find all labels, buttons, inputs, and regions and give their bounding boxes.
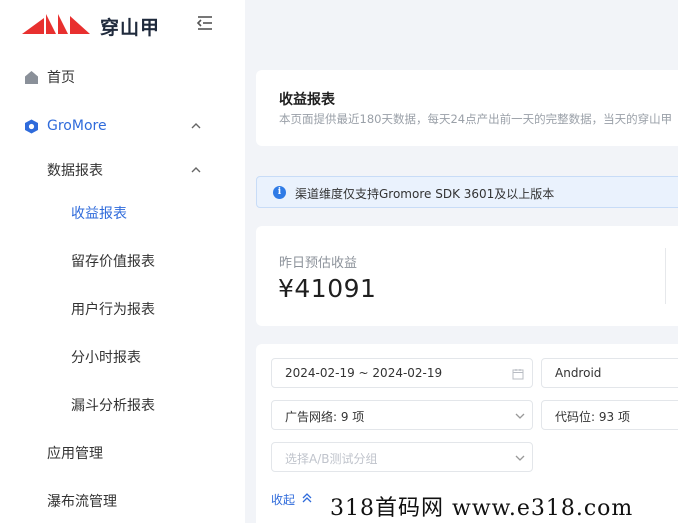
info-icon: i (273, 186, 286, 199)
ad-slot-select[interactable]: 代码位: 93 项 (541, 400, 678, 430)
ad-slot-value: 代码位: 93 项 (555, 410, 630, 424)
chevron-up-icon (191, 167, 201, 173)
gromore-icon (25, 119, 38, 133)
info-notice: i 渠道维度仅支持Gromore SDK 3601及以上版本 (256, 176, 678, 208)
date-range-value: 2024-02-19 ~ 2024-02-19 (285, 366, 443, 380)
sidebar-item-label: 漏斗分析报表 (71, 398, 155, 414)
sidebar-item-gromore[interactable]: GroMore (0, 108, 245, 144)
ad-network-select[interactable]: 广告网络: 9 项 (271, 400, 533, 430)
sidebar-item-home[interactable]: 首页 (0, 59, 245, 95)
sidebar-item-app-management[interactable]: 应用管理 (0, 435, 245, 471)
divider (665, 248, 666, 304)
ab-test-select[interactable]: 选择A/B测试分组 (271, 442, 533, 472)
ab-test-placeholder: 选择A/B测试分组 (285, 452, 378, 466)
page-title: 收益报表 (279, 92, 335, 108)
sidebar-item-label: GroMore (47, 118, 107, 134)
sidebar-item-funnel-report[interactable]: 漏斗分析报表 (0, 387, 245, 423)
brand-name: 穿山甲 (100, 17, 161, 39)
ad-network-value: 广告网络: 9 项 (285, 410, 365, 424)
sidebar-item-label: 应用管理 (47, 446, 103, 462)
sidebar-item-label: 瀑布流管理 (47, 494, 117, 510)
pangolin-logo-icon (22, 14, 90, 34)
sidebar: 穿山甲 首页 GroMore 数据报表 收益报表 留存价值报表 用户行为报表 分… (0, 0, 245, 523)
chevron-down-icon (515, 455, 525, 461)
double-chevron-up-icon (302, 493, 312, 503)
logo[interactable]: 穿山甲 (22, 10, 222, 40)
calendar-icon (512, 369, 524, 380)
notice-text: 渠道维度仅支持Gromore SDK 3601及以上版本 (295, 187, 555, 201)
stat-label: 昨日预估收益 (279, 256, 358, 271)
revenue-stat-card: 昨日预估收益 ¥41091 (256, 226, 678, 326)
collapse-label: 收起 (271, 493, 296, 507)
collapse-filters-link[interactable]: 收起 (271, 491, 312, 508)
chevron-down-icon (515, 413, 525, 419)
date-range-picker[interactable]: 2024-02-19 ~ 2024-02-19 (271, 358, 533, 388)
sidebar-item-hourly-report[interactable]: 分小时报表 (0, 339, 245, 375)
chevron-up-icon (191, 123, 201, 129)
sidebar-item-data-reports[interactable]: 数据报表 (0, 152, 245, 188)
sidebar-item-label: 收益报表 (71, 206, 127, 222)
sidebar-item-revenue-report[interactable]: 收益报表 (0, 195, 245, 231)
stat-value: ¥41091 (278, 274, 377, 303)
sidebar-item-retention-value-report[interactable]: 留存价值报表 (0, 243, 245, 279)
sidebar-item-label: 数据报表 (47, 163, 103, 179)
page-header-card: 收益报表 本页面提供最近180天数据，每天24点产出前一天的完整数据，当天的穿山… (256, 70, 678, 146)
platform-select[interactable]: Android (541, 358, 678, 388)
sidebar-item-label: 首页 (47, 70, 75, 86)
sidebar-item-label: 分小时报表 (71, 350, 141, 366)
sidebar-item-user-behavior-report[interactable]: 用户行为报表 (0, 291, 245, 327)
sidebar-item-label: 用户行为报表 (71, 302, 155, 318)
watermark-text: 318首码网 www.e318.com (330, 490, 634, 522)
page-description: 本页面提供最近180天数据，每天24点产出前一天的完整数据，当天的穿山甲 (279, 112, 673, 126)
home-icon (25, 70, 38, 84)
sidebar-item-waterfall-management[interactable]: 瀑布流管理 (0, 483, 245, 519)
platform-value: Android (555, 366, 602, 380)
menu-fold-icon[interactable] (195, 14, 215, 32)
sidebar-item-label: 留存价值报表 (71, 254, 155, 270)
